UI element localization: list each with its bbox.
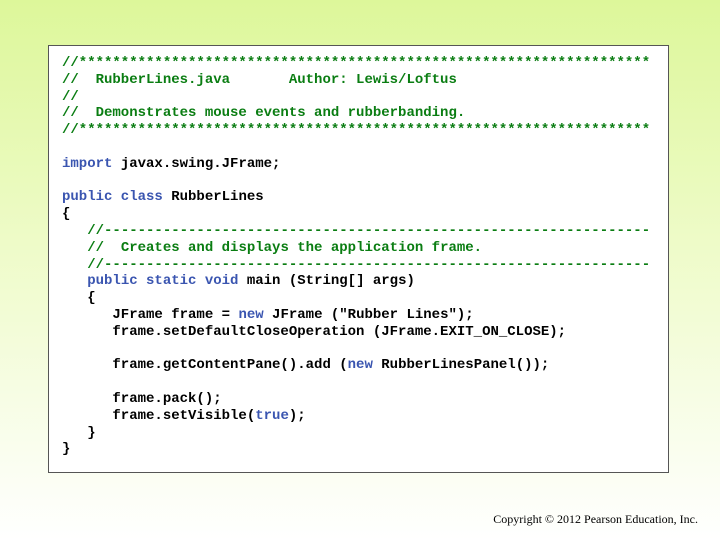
code-line: // Creates and displays the application … bbox=[62, 240, 650, 257]
code-line: //**************************************… bbox=[62, 55, 650, 72]
code-keyword: public class bbox=[62, 189, 163, 206]
code-keyword: new bbox=[347, 357, 373, 374]
code-text: frame.getContentPane().add ( bbox=[62, 357, 348, 374]
code-line: } bbox=[62, 441, 650, 458]
code-text: } bbox=[62, 424, 96, 441]
code-keyword: true bbox=[255, 407, 289, 424]
copyright-notice: Copyright © 2012 Pearson Education, Inc. bbox=[493, 512, 698, 526]
code-line: // RubberLines.java Author: Lewis/Loftus bbox=[62, 72, 650, 89]
code-line: //--------------------------------------… bbox=[62, 223, 650, 240]
code-text: javax.swing.JFrame; bbox=[112, 155, 281, 172]
code-text: } bbox=[62, 441, 71, 458]
code-line: frame.pack(); bbox=[62, 391, 650, 408]
code-line: //--------------------------------------… bbox=[62, 257, 650, 274]
code-line: JFrame frame = new JFrame ("Rubber Lines… bbox=[62, 307, 650, 324]
code-text: frame.pack(); bbox=[62, 390, 222, 407]
code-text: { bbox=[62, 206, 71, 223]
code-text: RubberLines bbox=[162, 189, 264, 206]
code-comment: //--------------------------------------… bbox=[87, 256, 651, 273]
code-line: public static void main (String[] args) bbox=[62, 273, 650, 290]
code-line: //**************************************… bbox=[62, 122, 650, 139]
code-text: frame.setDefaultCloseOperation (JFrame.E… bbox=[62, 323, 567, 340]
code-comment: // Creates and displays the application … bbox=[87, 239, 483, 256]
code-line: public class RubberLines bbox=[62, 189, 650, 206]
code-keyword: public static void bbox=[87, 273, 239, 290]
code-comment: // bbox=[62, 88, 79, 105]
code-comment: // RubberLines.java Author: Lewis/Loftus bbox=[62, 71, 457, 88]
code-line: frame.setDefaultCloseOperation (JFrame.E… bbox=[62, 324, 650, 341]
code-line: frame.setVisible(true); bbox=[62, 408, 650, 425]
code-text: RubberLinesPanel()); bbox=[372, 357, 550, 374]
code-line: frame.getContentPane().add (new RubberLi… bbox=[62, 357, 650, 374]
code-listing: //**************************************… bbox=[62, 55, 650, 458]
code-listing-box: //**************************************… bbox=[48, 45, 669, 473]
code-text: ); bbox=[288, 407, 306, 424]
code-line: { bbox=[62, 206, 650, 223]
code-comment: //**************************************… bbox=[62, 122, 651, 139]
code-line: // Demonstrates mouse events and rubberb… bbox=[62, 105, 650, 122]
code-text: { bbox=[62, 290, 96, 307]
code-keyword: import bbox=[62, 155, 113, 172]
code-comment: //--------------------------------------… bbox=[87, 222, 651, 239]
code-text: JFrame ("Rubber Lines"); bbox=[263, 306, 474, 323]
code-line: { bbox=[62, 290, 650, 307]
code-keyword: new bbox=[238, 306, 264, 323]
code-text: frame.setVisible( bbox=[62, 407, 256, 424]
code-text: main (String[] args) bbox=[238, 273, 415, 290]
code-line: import javax.swing.JFrame; bbox=[62, 156, 650, 173]
code-text: JFrame frame = bbox=[62, 306, 239, 323]
code-comment: // Demonstrates mouse events and rubberb… bbox=[62, 105, 466, 122]
code-comment: //**************************************… bbox=[62, 55, 651, 71]
code-line: // bbox=[62, 89, 650, 106]
code-line: } bbox=[62, 425, 650, 442]
